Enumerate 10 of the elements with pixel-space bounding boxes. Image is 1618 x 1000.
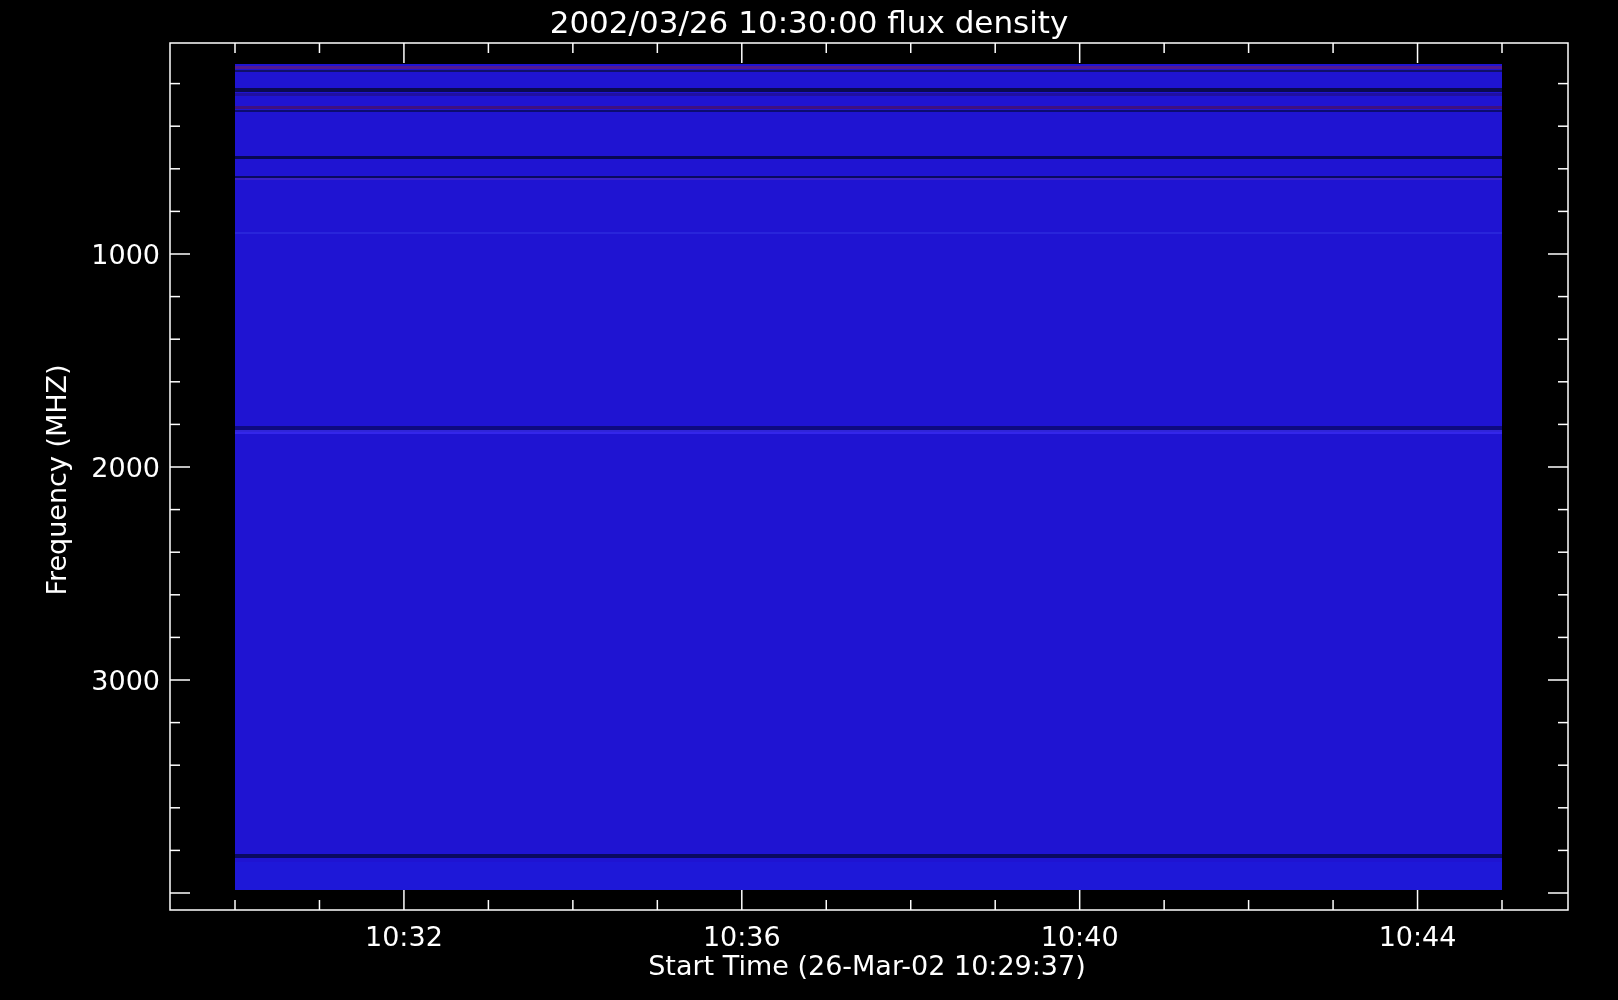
tick-label: 10:40 (1040, 921, 1119, 952)
tick-label: 10:32 (365, 921, 443, 952)
tick-label: 10:44 (1378, 921, 1457, 952)
tick-label: 1000 (91, 239, 160, 270)
plot-title: 2002/03/26 10:30:00 flux density (549, 4, 1069, 40)
tick-label: 10:36 (702, 921, 781, 952)
tick-label: 3000 (91, 665, 160, 696)
tick-label: 2000 (91, 452, 160, 483)
axis-label: Frequency (MHZ) (41, 364, 72, 596)
axis-label: Start Time (26-Mar-02 10:29:37) (648, 950, 1086, 981)
